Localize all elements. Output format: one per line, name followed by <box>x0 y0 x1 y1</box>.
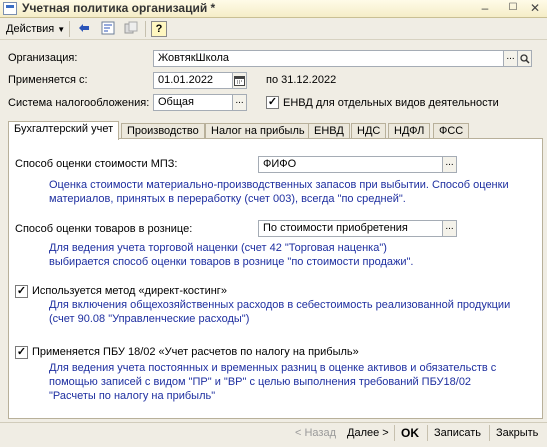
footer-separator <box>427 425 428 441</box>
next-button[interactable]: Далее > <box>347 425 389 442</box>
mpz-method-label: Способ оценки стоимости МПЗ: <box>15 158 178 170</box>
actions-menu-button[interactable]: Действия ▼ <box>3 21 68 37</box>
toolbar-separator <box>145 21 146 37</box>
retail-method-description: Для ведения учета торговой наценки (счет… <box>49 242 414 268</box>
save-button[interactable]: Записать <box>434 425 481 442</box>
direct-costing-description: Для включения общехозяйственных расходов… <box>49 299 511 325</box>
organization-label: Организация: <box>8 52 78 64</box>
close-button[interactable]: Закрыть <box>496 425 538 442</box>
pbu-description: Для ведения учета постоянных и временных… <box>49 362 497 402</box>
organization-select-button[interactable]: ... <box>503 50 518 67</box>
toolbar-separator <box>69 21 70 37</box>
maximize-icon[interactable]: ☐ <box>505 1 521 16</box>
help-icon[interactable]: ? <box>151 21 167 37</box>
direct-costing-label: Используется метод «директ-костинг» <box>32 285 227 297</box>
tab-envd[interactable]: ЕНВД <box>308 123 350 139</box>
search-icon <box>519 54 530 64</box>
tax-system-select-button[interactable]: ... <box>232 94 247 111</box>
mpz-method-description: Оценка стоимости материально-производств… <box>49 179 509 205</box>
window-title: Учетная политика организаций * <box>22 1 216 15</box>
organization-field[interactable]: ЖовтякШкола <box>153 50 504 67</box>
tab-production[interactable]: Производство <box>121 123 205 139</box>
tax-system-label: Система налогообложения: <box>8 97 150 109</box>
copy-icon[interactable] <box>123 21 139 37</box>
minimize-icon[interactable]: – <box>477 1 493 16</box>
tab-vat[interactable]: НДС <box>351 123 387 139</box>
envd-label: ЕНВД для отдельных видов деятельности <box>283 97 499 109</box>
structure-icon[interactable] <box>100 21 116 37</box>
form-icon <box>3 2 17 15</box>
ok-button[interactable]: OK <box>401 425 419 442</box>
applies-to-text: по 31.12.2022 <box>266 74 337 86</box>
footer-separator <box>0 422 547 423</box>
retail-method-label: Способ оценки товаров в рознице: <box>15 223 193 235</box>
applies-from-date-field[interactable]: 01.01.2022 <box>153 72 233 89</box>
actions-label: Действия <box>6 23 55 35</box>
pbu-checkbox[interactable]: ✓ <box>15 346 28 359</box>
tab-accounting[interactable]: Бухгалтерский учет <box>8 121 120 140</box>
dropdown-caret-icon: ▼ <box>57 25 66 34</box>
applies-from-label: Применяется с: <box>8 74 88 86</box>
calendar-button[interactable] <box>232 72 247 89</box>
envd-checkbox[interactable]: ✓ <box>266 96 279 109</box>
close-icon[interactable]: ✕ <box>527 1 543 16</box>
accounting-tab-panel: Способ оценки стоимости МПЗ: ФИФО ... Оц… <box>8 138 543 419</box>
calendar-icon <box>234 76 245 86</box>
mpz-method-select-button[interactable]: ... <box>442 156 457 173</box>
retail-method-select-button[interactable]: ... <box>442 220 457 237</box>
title-bar: Учетная политика организаций * – ☐ ✕ <box>0 0 547 18</box>
tax-system-field[interactable]: Общая <box>153 94 233 111</box>
tab-profit-tax[interactable]: Налог на прибыль <box>205 123 311 139</box>
organization-search-button[interactable] <box>517 50 532 67</box>
footer-separator <box>394 425 395 441</box>
tab-fss[interactable]: ФСС <box>433 123 470 139</box>
footer-separator <box>489 425 490 441</box>
toolbar: Действия ▼ ? <box>0 18 547 40</box>
pbu-label: Применяется ПБУ 18/02 «Учет расчетов по … <box>32 346 359 358</box>
back-button[interactable]: < Назад <box>295 425 336 442</box>
tab-ndfl[interactable]: НДФЛ <box>388 123 431 139</box>
retail-method-field[interactable]: По стоимости приобретения <box>258 220 443 237</box>
move-icon[interactable] <box>76 21 92 37</box>
mpz-method-field[interactable]: ФИФО <box>258 156 443 173</box>
direct-costing-checkbox[interactable]: ✓ <box>15 285 28 298</box>
